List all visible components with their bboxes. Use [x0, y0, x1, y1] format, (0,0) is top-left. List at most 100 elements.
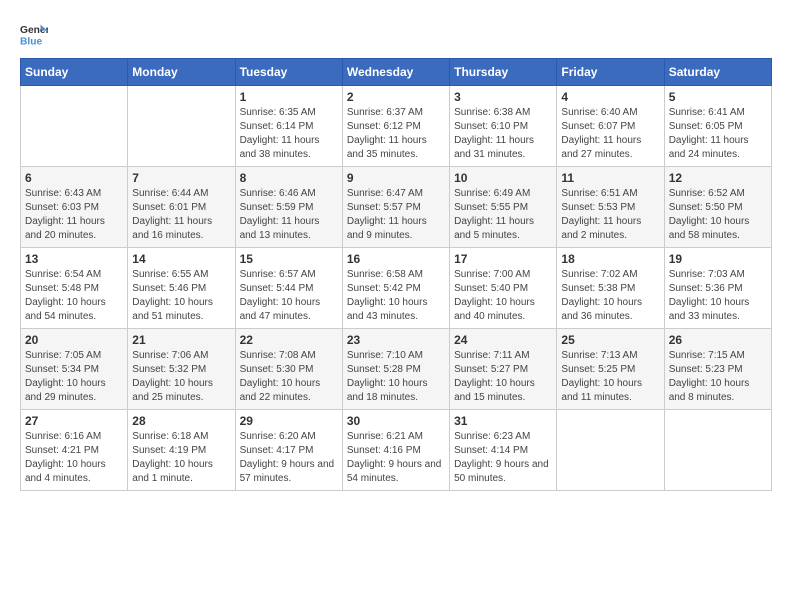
- day-number: 5: [669, 90, 767, 104]
- day-header-wednesday: Wednesday: [342, 59, 449, 86]
- day-detail: Sunrise: 7:15 AM Sunset: 5:23 PM Dayligh…: [669, 349, 767, 405]
- calendar-cell: 11Sunrise: 6:51 AM Sunset: 5:53 PM Dayli…: [557, 167, 664, 248]
- calendar-cell: 29 Sunrise: 6:20 AM Sunset: 4:17 PM Dayli…: [235, 410, 342, 491]
- day-detail: Sunrise: 7:03 AM Sunset: 5:36 PM Dayligh…: [669, 268, 767, 324]
- calendar-cell: [664, 410, 771, 491]
- calendar-cell: 2 Sunrise: 6:37 AM Sunset: 6:12 PM Daylig…: [342, 86, 449, 167]
- calendar-cell: 4 Sunrise: 6:40 AM Sunset: 6:07 PM Daylig…: [557, 86, 664, 167]
- day-number: 11: [561, 171, 659, 185]
- day-detail: Sunrise: 6:49 AM Sunset: 5:55 PM Dayligh…: [454, 187, 552, 243]
- calendar-header-row: SundayMondayTuesdayWednesdayThursdayFrid…: [21, 59, 772, 86]
- calendar-cell: 12 Sunrise: 6:52 AM Sunset: 5:50 PM Dayli…: [664, 167, 771, 248]
- day-detail: Sunrise: 6:20 AM Sunset: 4:17 PM Dayligh…: [240, 430, 338, 486]
- day-header-friday: Friday: [557, 59, 664, 86]
- day-detail: Sunrise: 7:00 AM Sunset: 5:40 PM Dayligh…: [454, 268, 552, 324]
- calendar-cell: 7 Sunrise: 6:44 AM Sunset: 6:01 PM Daylig…: [128, 167, 235, 248]
- day-number: 17: [454, 252, 552, 266]
- day-number: 15: [240, 252, 338, 266]
- calendar-cell: [128, 86, 235, 167]
- day-number: 29: [240, 414, 338, 428]
- day-detail: Sunrise: 7:13 AM Sunset: 5:25 PM Dayligh…: [561, 349, 659, 405]
- day-detail: Sunrise: 6:44 AM Sunset: 6:01 PM Dayligh…: [132, 187, 230, 243]
- day-detail: Sunrise: 7:02 AM Sunset: 5:38 PM Dayligh…: [561, 268, 659, 324]
- day-number: 23: [347, 333, 445, 347]
- day-number: 6: [25, 171, 123, 185]
- svg-text:General: General: [20, 25, 48, 36]
- calendar-table: SundayMondayTuesdayWednesdayThursdayFrid…: [20, 58, 772, 491]
- day-number: 3: [454, 90, 552, 104]
- day-number: 20: [25, 333, 123, 347]
- calendar-week-4: 20 Sunrise: 7:05 AM Sunset: 5:34 PM Dayli…: [21, 329, 772, 410]
- day-detail: Sunrise: 6:46 AM Sunset: 5:59 PM Dayligh…: [240, 187, 338, 243]
- calendar-week-2: 6 Sunrise: 6:43 AM Sunset: 6:03 PM Daylig…: [21, 167, 772, 248]
- day-number: 10: [454, 171, 552, 185]
- day-header-thursday: Thursday: [450, 59, 557, 86]
- calendar-cell: 19 Sunrise: 7:03 AM Sunset: 5:36 PM Dayli…: [664, 248, 771, 329]
- day-number: 14: [132, 252, 230, 266]
- calendar-week-3: 13 Sunrise: 6:54 AM Sunset: 5:48 PM Dayli…: [21, 248, 772, 329]
- calendar-cell: 23Sunrise: 7:10 AM Sunset: 5:28 PM Dayli…: [342, 329, 449, 410]
- calendar-cell: 27 Sunrise: 6:16 AM Sunset: 4:21 PM Dayli…: [21, 410, 128, 491]
- calendar-cell: 24 Sunrise: 7:11 AM Sunset: 5:27 PM Dayli…: [450, 329, 557, 410]
- day-number: 24: [454, 333, 552, 347]
- calendar-cell: 31 Sunrise: 6:23 AM Sunset: 4:14 PM Dayli…: [450, 410, 557, 491]
- day-detail: Sunrise: 6:57 AM Sunset: 5:44 PM Dayligh…: [240, 268, 338, 324]
- day-header-monday: Monday: [128, 59, 235, 86]
- day-detail: Sunrise: 6:21 AM Sunset: 4:16 PM Dayligh…: [347, 430, 445, 486]
- day-number: 7: [132, 171, 230, 185]
- day-number: 19: [669, 252, 767, 266]
- day-detail: Sunrise: 6:54 AM Sunset: 5:48 PM Dayligh…: [25, 268, 123, 324]
- day-detail: Sunrise: 7:08 AM Sunset: 5:30 PM Dayligh…: [240, 349, 338, 405]
- day-detail: Sunrise: 6:52 AM Sunset: 5:50 PM Dayligh…: [669, 187, 767, 243]
- svg-text:Blue: Blue: [20, 36, 43, 47]
- day-number: 12: [669, 171, 767, 185]
- day-header-sunday: Sunday: [21, 59, 128, 86]
- day-detail: Sunrise: 6:18 AM Sunset: 4:19 PM Dayligh…: [132, 430, 230, 486]
- calendar-cell: 6 Sunrise: 6:43 AM Sunset: 6:03 PM Daylig…: [21, 167, 128, 248]
- day-detail: Sunrise: 6:23 AM Sunset: 4:14 PM Dayligh…: [454, 430, 552, 486]
- day-number: 16: [347, 252, 445, 266]
- day-number: 9: [347, 171, 445, 185]
- calendar-cell: 25 Sunrise: 7:13 AM Sunset: 5:25 PM Dayli…: [557, 329, 664, 410]
- calendar-cell: 28 Sunrise: 6:18 AM Sunset: 4:19 PM Dayli…: [128, 410, 235, 491]
- day-detail: Sunrise: 6:38 AM Sunset: 6:10 PM Dayligh…: [454, 106, 552, 162]
- day-detail: Sunrise: 6:55 AM Sunset: 5:46 PM Dayligh…: [132, 268, 230, 324]
- day-header-tuesday: Tuesday: [235, 59, 342, 86]
- day-number: 25: [561, 333, 659, 347]
- calendar-cell: 14 Sunrise: 6:55 AM Sunset: 5:46 PM Dayli…: [128, 248, 235, 329]
- day-number: 4: [561, 90, 659, 104]
- day-number: 8: [240, 171, 338, 185]
- day-detail: Sunrise: 6:47 AM Sunset: 5:57 PM Dayligh…: [347, 187, 445, 243]
- calendar-cell: 8 Sunrise: 6:46 AM Sunset: 5:59 PM Daylig…: [235, 167, 342, 248]
- day-number: 28: [132, 414, 230, 428]
- day-detail: Sunrise: 6:16 AM Sunset: 4:21 PM Dayligh…: [25, 430, 123, 486]
- calendar-cell: 5 Sunrise: 6:41 AM Sunset: 6:05 PM Daylig…: [664, 86, 771, 167]
- day-number: 13: [25, 252, 123, 266]
- calendar-cell: 16Sunrise: 6:58 AM Sunset: 5:42 PM Dayli…: [342, 248, 449, 329]
- calendar-cell: 1 Sunrise: 6:35 AM Sunset: 6:14 PM Daylig…: [235, 86, 342, 167]
- calendar-cell: 22Sunrise: 7:08 AM Sunset: 5:30 PM Dayli…: [235, 329, 342, 410]
- day-detail: Sunrise: 6:41 AM Sunset: 6:05 PM Dayligh…: [669, 106, 767, 162]
- page-header: General Blue: [20, 20, 772, 48]
- day-detail: Sunrise: 6:43 AM Sunset: 6:03 PM Dayligh…: [25, 187, 123, 243]
- day-detail: Sunrise: 7:11 AM Sunset: 5:27 PM Dayligh…: [454, 349, 552, 405]
- logo: General Blue: [20, 20, 48, 48]
- calendar-cell: 15 Sunrise: 6:57 AM Sunset: 5:44 PM Dayli…: [235, 248, 342, 329]
- day-number: 21: [132, 333, 230, 347]
- calendar-cell: 3 Sunrise: 6:38 AM Sunset: 6:10 PM Daylig…: [450, 86, 557, 167]
- day-number: 18: [561, 252, 659, 266]
- calendar-cell: 21Sunrise: 7:06 AM Sunset: 5:32 PM Dayli…: [128, 329, 235, 410]
- day-detail: Sunrise: 6:40 AM Sunset: 6:07 PM Dayligh…: [561, 106, 659, 162]
- day-number: 30: [347, 414, 445, 428]
- calendar-cell: 20 Sunrise: 7:05 AM Sunset: 5:34 PM Dayli…: [21, 329, 128, 410]
- day-detail: Sunrise: 6:35 AM Sunset: 6:14 PM Dayligh…: [240, 106, 338, 162]
- calendar-week-5: 27 Sunrise: 6:16 AM Sunset: 4:21 PM Dayli…: [21, 410, 772, 491]
- calendar-body: 1 Sunrise: 6:35 AM Sunset: 6:14 PM Daylig…: [21, 86, 772, 491]
- day-detail: Sunrise: 7:05 AM Sunset: 5:34 PM Dayligh…: [25, 349, 123, 405]
- day-number: 1: [240, 90, 338, 104]
- day-detail: Sunrise: 6:37 AM Sunset: 6:12 PM Dayligh…: [347, 106, 445, 162]
- day-number: 2: [347, 90, 445, 104]
- day-number: 27: [25, 414, 123, 428]
- calendar-cell: 17 Sunrise: 7:00 AM Sunset: 5:40 PM Dayli…: [450, 248, 557, 329]
- day-number: 31: [454, 414, 552, 428]
